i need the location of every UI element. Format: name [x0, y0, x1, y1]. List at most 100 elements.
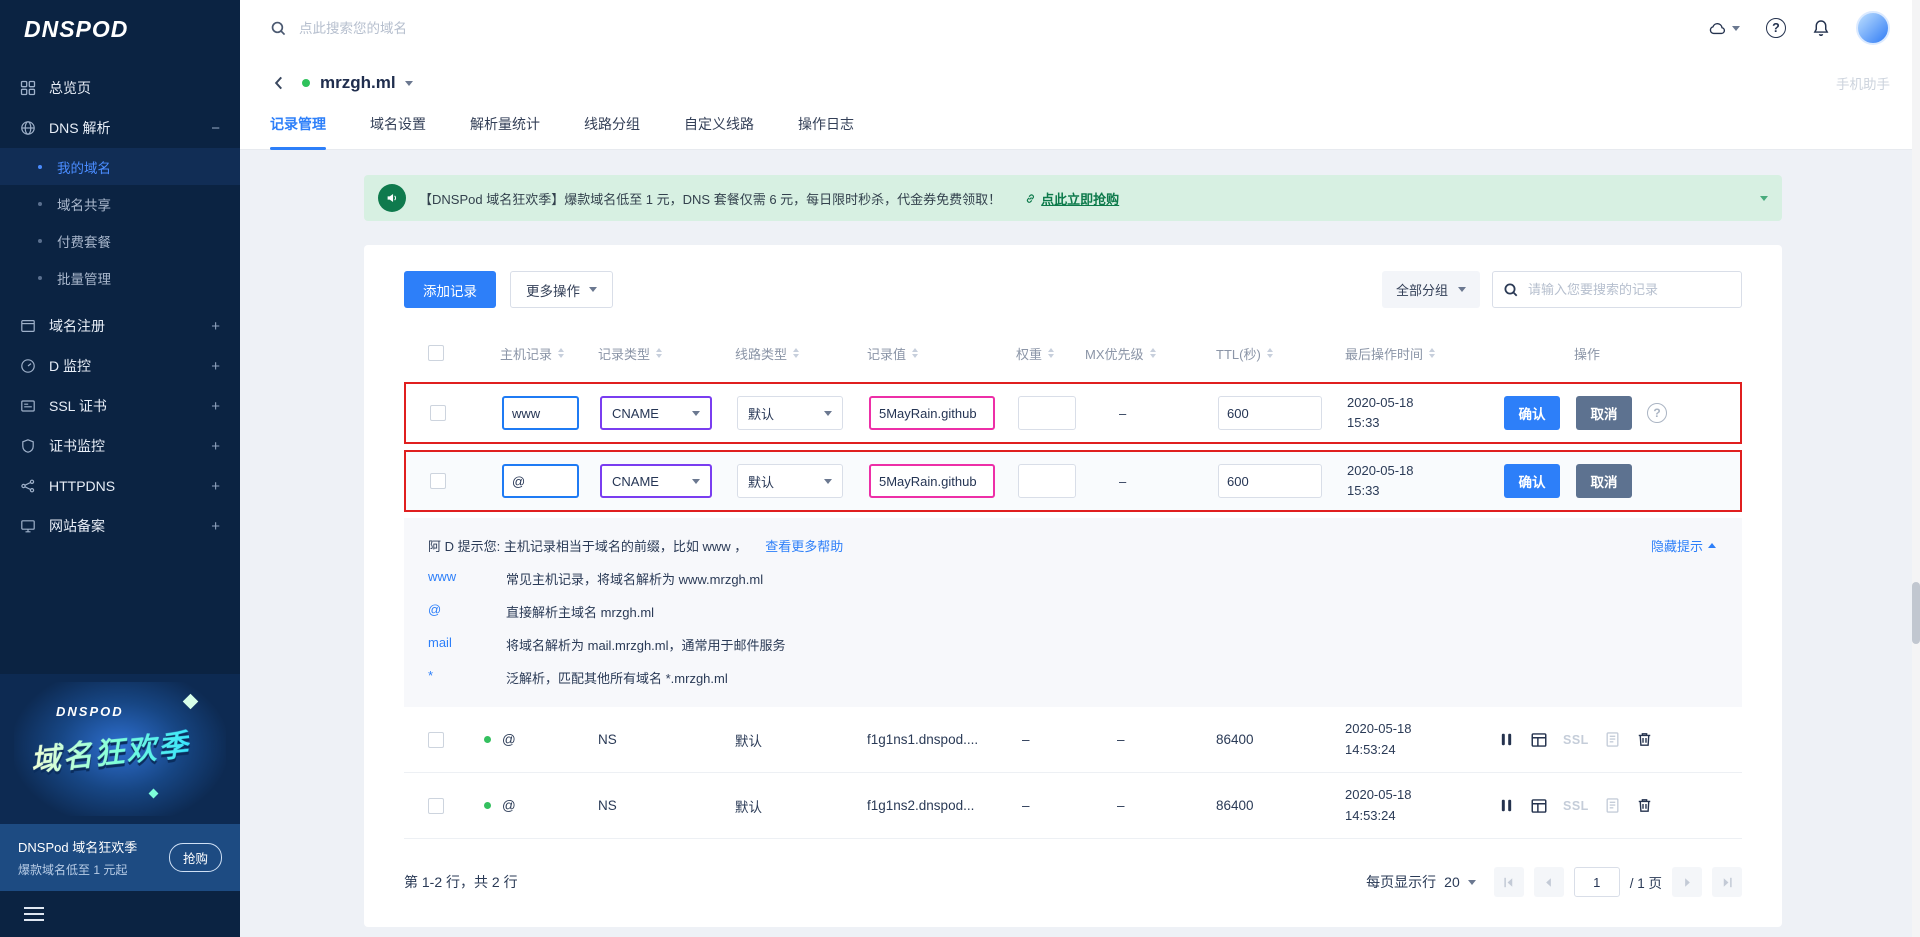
global-search-input[interactable] — [299, 21, 1707, 36]
sidebar-item-my-domains[interactable]: 我的域名 — [0, 148, 240, 185]
sidebar-item-domain-sharing[interactable]: 域名共享 — [0, 185, 240, 222]
tip-term-link[interactable]: www — [428, 569, 506, 588]
ttl-input[interactable] — [1218, 464, 1322, 498]
pause-icon[interactable] — [1498, 731, 1515, 748]
pause-icon[interactable] — [1498, 797, 1515, 814]
expand-icon[interactable] — [211, 479, 220, 494]
record-value-input[interactable] — [869, 464, 995, 498]
delete-icon[interactable] — [1636, 731, 1653, 748]
sort-icon[interactable] — [1267, 348, 1273, 358]
sort-icon[interactable] — [558, 348, 564, 358]
back-icon[interactable] — [270, 74, 288, 92]
tab-custom-lines[interactable]: 自定义线路 — [684, 110, 754, 149]
tab-resolution-stats[interactable]: 解析量统计 — [470, 110, 540, 149]
expand-icon[interactable] — [211, 319, 220, 334]
line-type-select[interactable]: 默认 — [737, 396, 843, 430]
ttl-input[interactable] — [1218, 396, 1322, 430]
sidebar-item-domain-register[interactable]: 域名注册 — [0, 306, 240, 346]
report-icon[interactable] — [1604, 797, 1621, 814]
row-checkbox[interactable] — [428, 798, 444, 814]
page-number-input[interactable] — [1574, 867, 1620, 897]
first-page-button[interactable] — [1494, 867, 1524, 897]
weight-input[interactable] — [1018, 396, 1076, 430]
sort-icon[interactable] — [793, 348, 799, 358]
sidebar-item-ssl-cert[interactable]: SSL 证书 — [0, 386, 240, 426]
add-record-button[interactable]: 添加记录 — [404, 271, 496, 308]
tab-operation-log[interactable]: 操作日志 — [798, 110, 854, 149]
help-circle-icon[interactable] — [1647, 403, 1667, 423]
console-menu[interactable] — [1707, 20, 1740, 37]
tip-term-link[interactable]: * — [428, 668, 506, 687]
scrollbar-track[interactable] — [1912, 0, 1920, 937]
hide-tips-link[interactable]: 隐藏提示 — [1651, 536, 1716, 555]
page-size-select[interactable]: 每页显示行 20 — [1366, 872, 1476, 892]
scrollbar-thumb[interactable] — [1912, 582, 1920, 644]
tip-term-link[interactable]: mail — [428, 635, 506, 654]
sidebar-item-overview[interactable]: 总览页 — [0, 68, 240, 108]
sidebar-item-httpdns[interactable]: HTTPDNS — [0, 466, 240, 506]
record-value-input[interactable] — [869, 396, 995, 430]
help-icon[interactable] — [1766, 18, 1786, 38]
report-icon[interactable] — [1604, 731, 1621, 748]
bell-icon[interactable] — [1812, 19, 1830, 37]
avatar[interactable] — [1856, 11, 1890, 45]
last-page-button[interactable] — [1712, 867, 1742, 897]
host-record-input[interactable] — [502, 396, 579, 430]
sidebar-item-batch-manage[interactable]: 批量管理 — [0, 259, 240, 296]
tab-domain-settings[interactable]: 域名设置 — [370, 110, 426, 149]
next-page-button[interactable] — [1672, 867, 1702, 897]
weight-input[interactable] — [1018, 464, 1076, 498]
select-all-checkbox[interactable] — [428, 345, 444, 361]
cancel-button[interactable]: 取消 — [1576, 396, 1632, 430]
expand-icon[interactable] — [211, 399, 220, 414]
sidebar-item-website-record[interactable]: 网站备案 — [0, 506, 240, 546]
record-plan-icon[interactable] — [1530, 797, 1548, 815]
banner-promo-link[interactable]: 点此立即抢购 — [1024, 189, 1119, 208]
group-filter-select[interactable]: 全部分组 — [1382, 271, 1480, 308]
domain-name[interactable]: mrzgh.ml — [320, 73, 396, 93]
grab-deal-button[interactable]: 抢购 — [169, 843, 222, 872]
expand-icon[interactable] — [211, 519, 220, 534]
prev-page-button[interactable] — [1534, 867, 1564, 897]
tab-record-manage[interactable]: 记录管理 — [270, 110, 326, 149]
banner-expand-icon[interactable] — [1760, 196, 1768, 201]
sort-icon[interactable] — [912, 348, 918, 358]
tab-line-groups[interactable]: 线路分组 — [584, 110, 640, 149]
confirm-button[interactable]: 确认 — [1504, 464, 1560, 498]
menu-icon[interactable] — [24, 907, 44, 921]
ssl-action[interactable]: SSL — [1563, 799, 1589, 813]
record-type-select[interactable]: CNAME — [600, 396, 712, 430]
chevron-down-icon[interactable] — [405, 81, 413, 86]
host-record-input[interactable] — [502, 464, 579, 498]
row-checkbox[interactable] — [430, 473, 446, 489]
topbar — [240, 0, 1920, 56]
cancel-button[interactable]: 取消 — [1576, 464, 1632, 498]
collapse-icon[interactable] — [211, 121, 220, 136]
sidebar-item-dns[interactable]: DNS 解析 — [0, 108, 240, 148]
sort-icon[interactable] — [656, 348, 662, 358]
record-type-select[interactable]: CNAME — [600, 464, 712, 498]
mobile-assistant-link[interactable]: 手机助手 — [1836, 73, 1890, 93]
sidebar-item-paid-plan[interactable]: 付费套餐 — [0, 222, 240, 259]
promo-banner[interactable]: DNSPOD 域名狂欢季 — [0, 674, 240, 824]
sidebar-item-cert-monitor[interactable]: 证书监控 — [0, 426, 240, 466]
sidebar-item-d-monitor[interactable]: D 监控 — [0, 346, 240, 386]
sort-icon[interactable] — [1150, 348, 1156, 358]
record-search-input[interactable] — [1528, 282, 1731, 297]
row-checkbox[interactable] — [430, 405, 446, 421]
ssl-action[interactable]: SSL — [1563, 733, 1589, 747]
sort-icon[interactable] — [1429, 348, 1435, 358]
row-checkbox[interactable] — [428, 732, 444, 748]
confirm-button[interactable]: 确认 — [1504, 396, 1560, 430]
more-help-link[interactable]: 查看更多帮助 — [765, 536, 843, 555]
tip-term-link[interactable]: @ — [428, 602, 506, 621]
expand-icon[interactable] — [211, 439, 220, 454]
delete-icon[interactable] — [1636, 797, 1653, 814]
expand-icon[interactable] — [211, 359, 220, 374]
sort-icon[interactable] — [1048, 348, 1054, 358]
more-actions-button[interactable]: 更多操作 — [510, 271, 613, 308]
line-type-select[interactable]: 默认 — [737, 464, 843, 498]
pagination: 每页显示行 20 / 1 页 — [1366, 867, 1742, 897]
dnspod-logo[interactable]: DNSPOD — [0, 0, 240, 58]
record-plan-icon[interactable] — [1530, 731, 1548, 749]
